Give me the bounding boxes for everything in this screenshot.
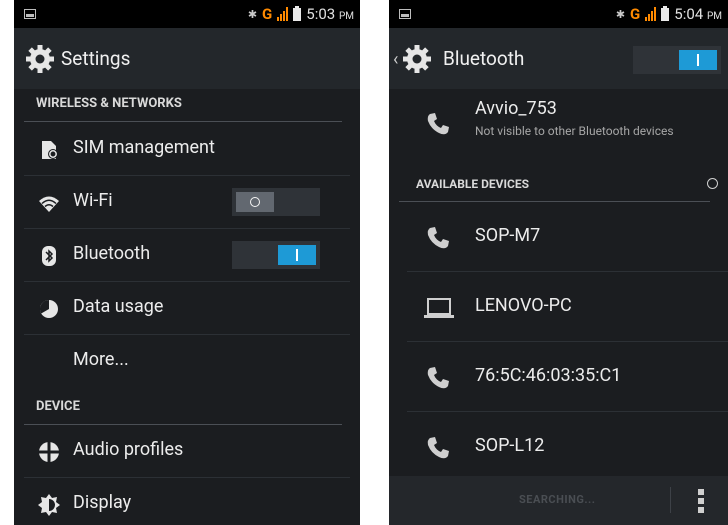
scanning-spinner-icon — [707, 178, 718, 189]
device-item[interactable]: LENOVO-PC — [389, 272, 728, 342]
bottom-action-bar: SEARCHING... — [389, 476, 728, 525]
sim-card-icon — [42, 141, 58, 159]
action-bar: Settings — [14, 28, 360, 89]
section-header-available-devices: AVAILABLE DEVICES — [389, 170, 728, 202]
laptop-icon — [424, 298, 454, 318]
settings-item-more[interactable]: More... — [14, 335, 360, 388]
settings-item-display[interactable]: Display — [14, 478, 360, 525]
device-name: LENOVO-PC — [475, 295, 572, 316]
audio-profiles-icon — [38, 441, 60, 463]
my-device-visibility-text: Not visible to other Bluetooth devices — [475, 124, 674, 138]
notification-icon — [399, 9, 411, 19]
bottom-bar-divider — [670, 487, 671, 513]
action-bar[interactable]: ‹ Bluetooth — [389, 28, 728, 89]
notification-icon — [24, 9, 36, 19]
settings-gear-icon — [403, 45, 431, 73]
status-bar: ✱ G 5:04 PM — [389, 0, 728, 28]
wifi-toggle[interactable] — [232, 188, 320, 216]
bluetooth-status-icon: ✱ — [615, 7, 626, 21]
display-brightness-icon — [38, 494, 60, 516]
search-for-devices-button[interactable]: SEARCHING... — [519, 493, 595, 506]
battery-icon — [293, 5, 302, 21]
settings-item-wifi[interactable]: Wi-Fi — [14, 176, 360, 229]
bluetooth-status-icon: ✱ — [247, 7, 258, 21]
bluetooth-screen: ✱ G 5:04 PM ‹ Bluetooth Avvio_753 Not vi… — [389, 0, 728, 525]
phone-icon — [427, 367, 449, 389]
status-clock: 5:03 PM — [306, 5, 354, 23]
device-item[interactable]: 76:5C:46:03:35:C1 — [389, 342, 728, 412]
settings-item-label: Audio profiles — [73, 439, 184, 460]
signal-icon — [645, 7, 657, 21]
overflow-menu-icon[interactable] — [698, 489, 704, 513]
network-type-indicator: G — [262, 5, 273, 23]
bluetooth-toggle[interactable] — [232, 241, 320, 269]
bluetooth-master-toggle[interactable] — [633, 46, 721, 74]
page-title: Settings — [61, 47, 131, 70]
settings-item-label: More... — [73, 349, 129, 370]
back-chevron-icon[interactable]: ‹ — [393, 49, 398, 70]
network-type-indicator: G — [630, 5, 641, 23]
settings-item-audio-profiles[interactable]: Audio profiles — [14, 425, 360, 478]
page-title: Bluetooth — [443, 47, 525, 70]
device-name: SOP-L12 — [475, 435, 545, 456]
settings-item-label: Bluetooth — [73, 243, 151, 264]
settings-item-sim-management[interactable]: SIM management — [14, 123, 360, 176]
settings-item-bluetooth[interactable]: Bluetooth — [14, 229, 360, 282]
device-item[interactable]: SOP-L12 — [389, 412, 728, 482]
settings-screen: ✱ G 5:03 PM Settings WIRELESS & NETWORKS — [14, 0, 360, 525]
settings-gear-icon — [26, 45, 54, 73]
phone-icon — [427, 227, 449, 249]
battery-icon — [661, 5, 670, 21]
phone-icon — [427, 437, 449, 459]
status-clock: 5:04 PM — [674, 5, 722, 23]
signal-icon — [277, 7, 289, 21]
device-name: 76:5C:46:03:35:C1 — [475, 365, 622, 386]
settings-item-label: Display — [73, 492, 132, 513]
status-bar: ✱ G 5:03 PM — [14, 0, 360, 28]
settings-item-label: SIM management — [73, 137, 215, 158]
settings-item-label: Data usage — [73, 296, 164, 317]
section-header-wireless: WIRELESS & NETWORKS — [14, 90, 360, 122]
device-name: SOP-M7 — [475, 225, 541, 246]
wifi-icon — [39, 196, 59, 212]
available-devices-label: AVAILABLE DEVICES — [416, 177, 530, 191]
my-device-name: Avvio_753 — [475, 98, 557, 119]
data-usage-icon — [39, 300, 58, 318]
my-device-item[interactable]: Avvio_753 Not visible to other Bluetooth… — [389, 89, 728, 159]
section-header-device: DEVICE — [14, 393, 360, 425]
phone-icon — [427, 113, 449, 135]
settings-item-data-usage[interactable]: Data usage — [14, 282, 360, 335]
bluetooth-icon — [42, 246, 56, 266]
device-item[interactable]: SOP-M7 — [389, 202, 728, 272]
settings-item-label: Wi-Fi — [73, 190, 113, 211]
